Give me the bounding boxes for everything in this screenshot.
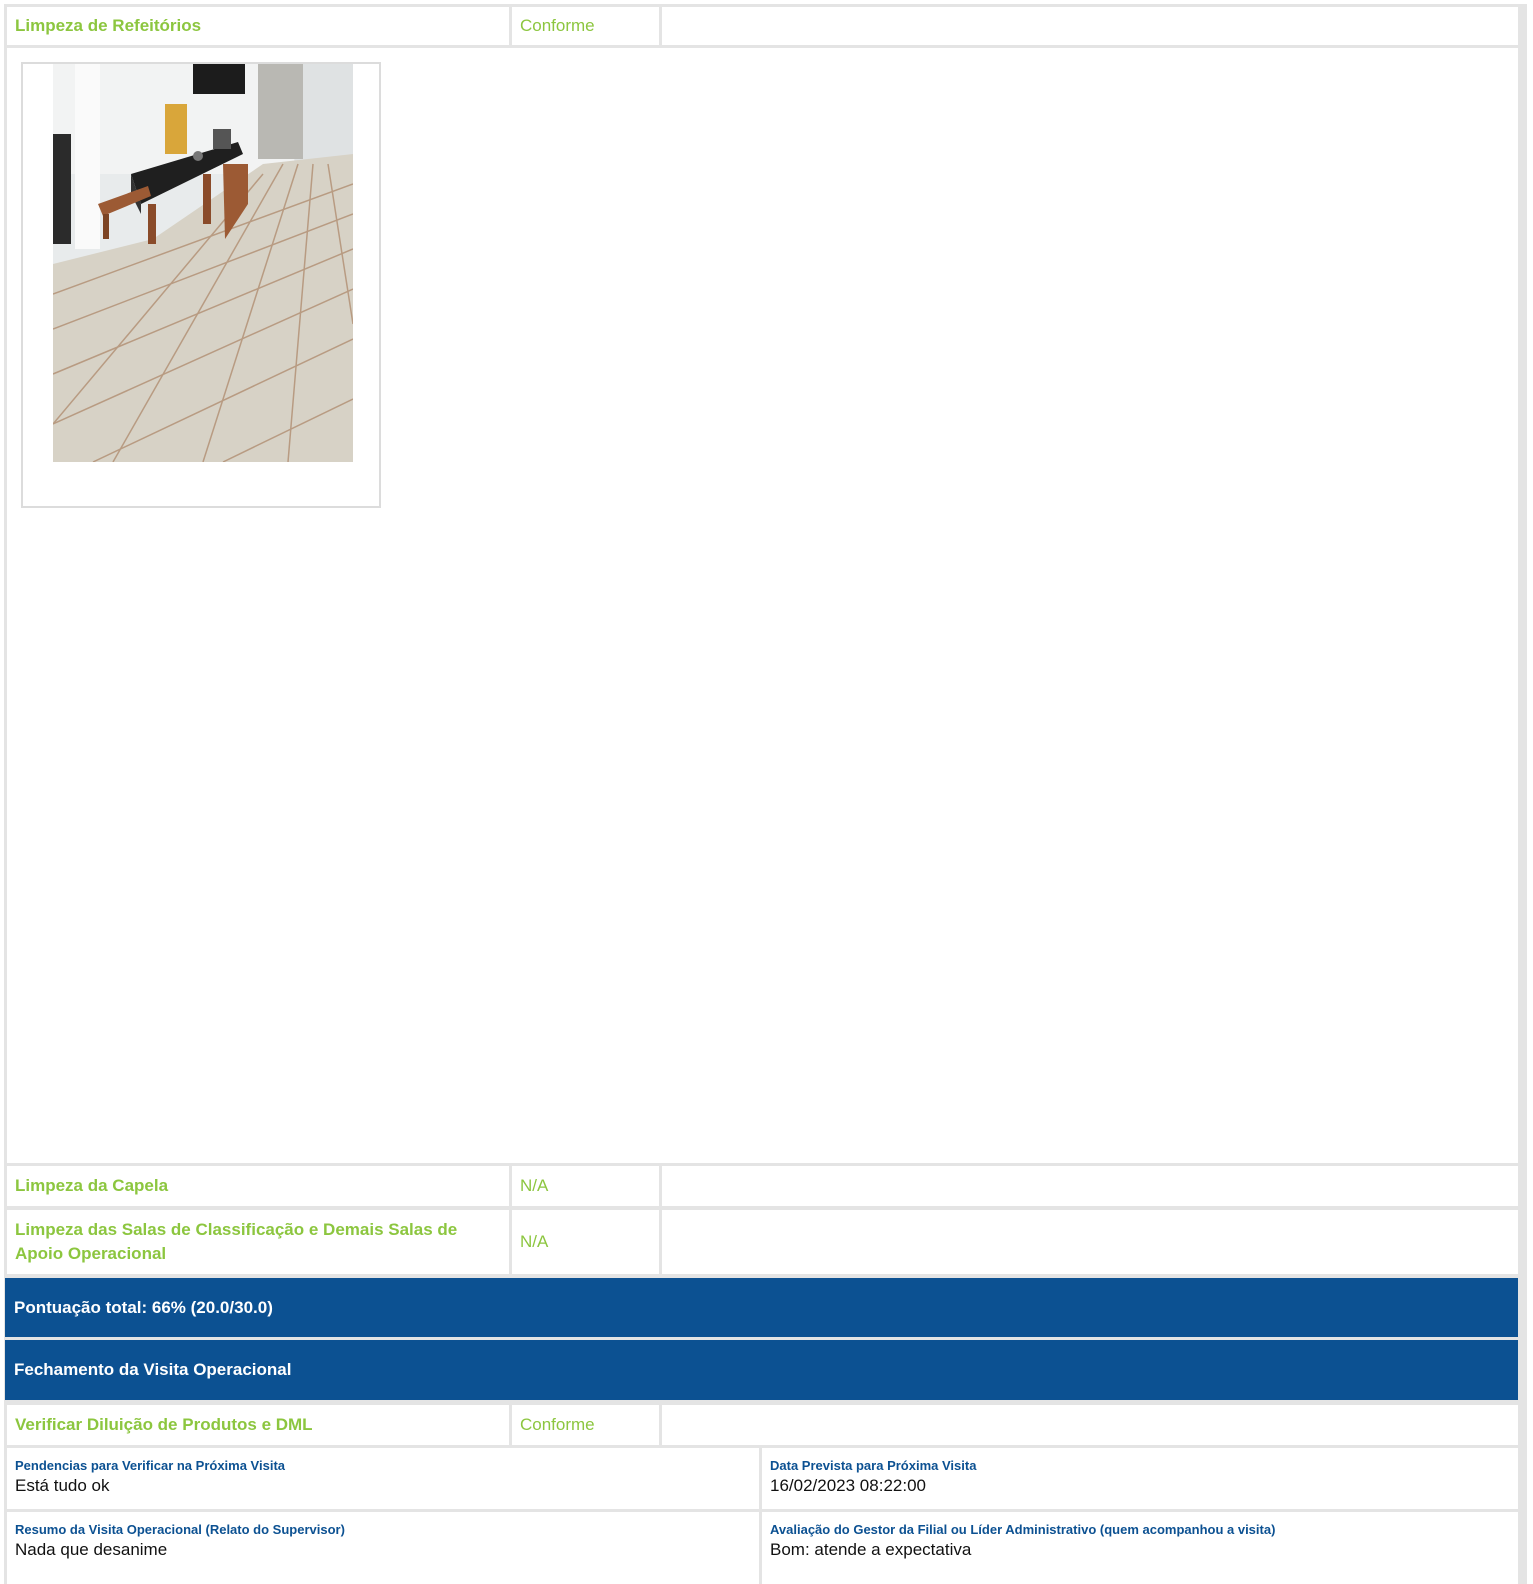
refectory-photo — [53, 64, 353, 462]
item-status: Conforme — [520, 16, 595, 35]
field-value: 16/02/2023 08:22:00 — [770, 1476, 926, 1495]
pending-items-field: Pendencias para Verificar na Próxima Vis… — [7, 1448, 759, 1509]
total-score-label: Pontuação total: 66% (20.0/30.0) — [14, 1297, 273, 1317]
field-label: Pendencias para Verificar na Próxima Vis… — [15, 1458, 286, 1473]
info-row: Resumo da Visita Operacional (Relato do … — [7, 1512, 1518, 1584]
item-status-cell: N/A — [512, 1210, 659, 1274]
item-title-cell: Limpeza das Salas de Classificação e Dem… — [7, 1210, 509, 1274]
item-notes-cell — [662, 7, 1518, 45]
checklist-row: Limpeza da Capela N/A — [7, 1166, 1518, 1206]
item-title: Verificar Diluição de Produtos e DML — [15, 1415, 313, 1434]
item-status: N/A — [520, 1176, 549, 1195]
field-value: Bom: atende a expectativa — [770, 1540, 972, 1559]
checklist-row: Limpeza de Refeitórios Conforme — [7, 7, 1518, 45]
manager-evaluation-field: Avaliação do Gestor da Filial ou Líder A… — [762, 1512, 1518, 1584]
item-title: Limpeza de Refeitórios — [15, 16, 202, 35]
field-label: Avaliação do Gestor da Filial ou Líder A… — [770, 1522, 1276, 1537]
field-label: Data Prevista para Próxima Visita — [770, 1458, 977, 1473]
total-score-band: Pontuação total: 66% (20.0/30.0) — [5, 1278, 1518, 1337]
field-label: Resumo da Visita Operacional (Relato do … — [15, 1522, 345, 1537]
item-title: Limpeza das Salas de Classificação e Dem… — [15, 1220, 458, 1263]
photo-area — [7, 48, 1518, 1163]
field-value: Está tudo ok — [15, 1476, 110, 1495]
item-status: N/A — [520, 1232, 549, 1251]
item-status-cell: N/A — [512, 1166, 659, 1206]
visit-summary-field: Resumo da Visita Operacional (Relato do … — [7, 1512, 759, 1584]
photo-thumbnail[interactable] — [21, 62, 381, 508]
item-notes-cell — [662, 1210, 1518, 1274]
checklist-row: Verificar Diluição de Produtos e DML Con… — [7, 1405, 1518, 1445]
item-status-cell: Conforme — [512, 7, 659, 45]
item-title-cell: Limpeza de Refeitórios — [7, 7, 509, 45]
next-visit-date-field: Data Prevista para Próxima Visita 16/02/… — [762, 1448, 1518, 1509]
item-title: Limpeza da Capela — [15, 1176, 169, 1195]
item-title-cell: Verificar Diluição de Produtos e DML — [7, 1405, 509, 1445]
item-notes-cell — [662, 1405, 1518, 1445]
report-container: Limpeza de Refeitórios Conforme Limpeza … — [4, 4, 1527, 1584]
closing-section-band: Fechamento da Visita Operacional — [5, 1340, 1518, 1400]
checklist-row: Limpeza das Salas de Classificação e Dem… — [7, 1210, 1518, 1274]
item-status: Conforme — [520, 1415, 595, 1434]
item-notes-cell — [662, 1166, 1518, 1206]
item-status-cell: Conforme — [512, 1405, 659, 1445]
info-row: Pendencias para Verificar na Próxima Vis… — [7, 1448, 1518, 1509]
item-title-cell: Limpeza da Capela — [7, 1166, 509, 1206]
closing-section-title: Fechamento da Visita Operacional — [14, 1360, 292, 1379]
field-value: Nada que desanime — [15, 1540, 168, 1559]
